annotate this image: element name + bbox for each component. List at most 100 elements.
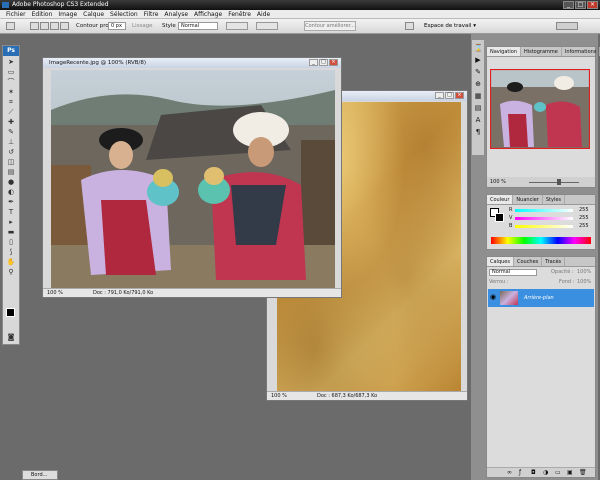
- document-titlebar-photo[interactable]: ImageRecente.jpg @ 100% (RVB/8) _ □ ×: [43, 58, 341, 68]
- navigator-zoom-value[interactable]: 100 %: [490, 179, 506, 185]
- menu-calque[interactable]: Calque: [80, 10, 107, 18]
- stamp-tool-icon[interactable]: ⊥: [3, 138, 19, 146]
- subtract-selection-icon[interactable]: [50, 22, 59, 30]
- opacity-value[interactable]: 100%: [577, 269, 591, 275]
- style-select[interactable]: Normal: [178, 22, 218, 30]
- menu-aide[interactable]: Aide: [254, 10, 273, 18]
- menu-edition[interactable]: Edition: [29, 10, 56, 18]
- marquee-tool-icon[interactable]: ▭: [3, 68, 19, 76]
- adjustment-layer-icon[interactable]: ◑: [543, 469, 548, 476]
- doc2-maximize-button[interactable]: □: [445, 92, 454, 99]
- lasso-tool-icon[interactable]: ⌒: [3, 78, 19, 86]
- eyedropper-icon[interactable]: ⟆: [3, 248, 19, 256]
- menu-filtre[interactable]: Filtre: [141, 10, 162, 18]
- color-spectrum-bar[interactable]: [491, 237, 591, 244]
- minimize-button[interactable]: _: [563, 1, 574, 9]
- v-slider[interactable]: [515, 217, 573, 220]
- palette-well-icon[interactable]: [405, 22, 414, 30]
- tool-presets-icon[interactable]: ▦: [474, 92, 482, 100]
- width-input[interactable]: [226, 22, 248, 30]
- maximize-button[interactable]: □: [575, 1, 586, 9]
- height-input[interactable]: [256, 22, 278, 30]
- character-panel-icon[interactable]: A: [474, 116, 482, 124]
- doc1-zoom[interactable]: 100 %: [47, 289, 63, 297]
- r-value[interactable]: 255: [579, 207, 589, 213]
- marquee-tool-preset-icon[interactable]: [6, 22, 15, 30]
- new-group-icon[interactable]: ▭: [555, 469, 561, 476]
- r-slider[interactable]: [515, 209, 573, 212]
- history-panel-icon[interactable]: ⌛: [474, 44, 483, 52]
- doc2-zoom[interactable]: 100 %: [271, 392, 287, 400]
- eye-icon[interactable]: ◉: [490, 293, 496, 301]
- tab-histogram[interactable]: Histogramme: [521, 47, 562, 56]
- doc1-minimize-button[interactable]: _: [309, 59, 318, 66]
- layer-comps-icon[interactable]: ▤: [474, 104, 482, 112]
- type-tool-icon[interactable]: T: [3, 208, 19, 216]
- tab-paths[interactable]: Tracés: [542, 257, 566, 266]
- path-select-icon[interactable]: ▸: [3, 218, 19, 226]
- doc2-close-button[interactable]: ×: [455, 92, 464, 99]
- healing-brush-icon[interactable]: ✚: [3, 118, 19, 126]
- tab-color[interactable]: Couleur: [487, 195, 514, 204]
- dock-button[interactable]: [556, 22, 578, 30]
- eraser-tool-icon[interactable]: ◫: [3, 158, 19, 166]
- menu-selection[interactable]: Sélection: [107, 10, 141, 18]
- clone-source-icon[interactable]: ⊕: [474, 80, 482, 88]
- tab-navigation[interactable]: Navigation: [487, 47, 521, 56]
- gradient-tool-icon[interactable]: ▤: [3, 168, 19, 176]
- doc1-close-button[interactable]: ×: [329, 59, 338, 66]
- layer-mask-icon[interactable]: ◘: [531, 469, 536, 476]
- shape-tool-icon[interactable]: ▬: [3, 228, 19, 236]
- color-background-swatch[interactable]: [495, 213, 504, 222]
- brushes-panel-icon[interactable]: ✎: [474, 68, 482, 76]
- menu-analyse[interactable]: Analyse: [161, 10, 191, 18]
- fill-value[interactable]: 100%: [577, 279, 591, 285]
- tab-swatches[interactable]: Nuancier: [513, 195, 543, 204]
- layer-row-background[interactable]: ◉ Arrière-plan: [488, 289, 594, 307]
- refine-edge-button[interactable]: Contour améliorer...: [304, 21, 356, 31]
- link-layers-icon[interactable]: ∞: [507, 469, 512, 476]
- menu-fenetre[interactable]: Fenêtre: [225, 10, 254, 18]
- b-value[interactable]: 255: [579, 223, 589, 229]
- tab-styles[interactable]: Styles: [543, 195, 566, 204]
- dodge-tool-icon[interactable]: ◐: [3, 188, 19, 196]
- new-layer-icon[interactable]: ▣: [567, 469, 573, 476]
- doc2-minimize-button[interactable]: _: [435, 92, 444, 99]
- doc1-maximize-button[interactable]: □: [319, 59, 328, 66]
- crop-tool-icon[interactable]: ⌗: [3, 98, 19, 106]
- menu-affichage[interactable]: Affichage: [191, 10, 225, 18]
- v-value[interactable]: 255: [579, 215, 589, 221]
- menu-fichier[interactable]: Fichier: [3, 10, 29, 18]
- blend-mode-select[interactable]: Normal: [489, 269, 537, 276]
- close-button[interactable]: ×: [587, 1, 598, 9]
- foreground-color-swatch[interactable]: [6, 308, 15, 317]
- b-slider[interactable]: [515, 225, 573, 228]
- intersect-selection-icon[interactable]: [60, 22, 69, 30]
- delete-layer-icon[interactable]: 🗑: [579, 469, 587, 476]
- paragraph-panel-icon[interactable]: ¶: [474, 128, 482, 136]
- add-selection-icon[interactable]: [40, 22, 49, 30]
- feather-input[interactable]: 0 px: [108, 22, 126, 30]
- quick-mask-icon[interactable]: ◙: [3, 333, 19, 341]
- navigator-thumbnail[interactable]: [490, 69, 590, 149]
- pen-tool-icon[interactable]: ✒: [3, 198, 19, 206]
- blur-tool-icon[interactable]: ●: [3, 178, 19, 186]
- document-window-photo[interactable]: ImageRecente.jpg @ 100% (RVB/8) _ □ × 10…: [42, 57, 342, 298]
- tab-layers[interactable]: Calques: [487, 257, 514, 266]
- history-brush-icon[interactable]: ↺: [3, 148, 19, 156]
- hand-tool-icon[interactable]: ✋: [3, 258, 19, 266]
- minimized-document-button[interactable]: Bord...: [22, 470, 58, 480]
- tab-info[interactable]: Informations: [562, 47, 600, 56]
- menu-image[interactable]: Image: [55, 10, 80, 18]
- workspace-menu[interactable]: Espace de travail ▾: [424, 22, 476, 30]
- navigator-zoom-slider[interactable]: [529, 182, 579, 183]
- move-tool-icon[interactable]: ➤: [3, 58, 19, 66]
- notes-tool-icon[interactable]: ▯: [3, 238, 19, 246]
- tab-channels[interactable]: Couches: [514, 257, 543, 266]
- layer-name[interactable]: Arrière-plan: [524, 295, 554, 301]
- actions-panel-icon[interactable]: ▶: [474, 56, 482, 64]
- navigator-zoom-handle[interactable]: [557, 179, 561, 185]
- zoom-tool-icon[interactable]: ⚲: [3, 268, 19, 276]
- photo-canvas[interactable]: [51, 70, 335, 289]
- layer-style-icon[interactable]: ƒ: [519, 469, 521, 476]
